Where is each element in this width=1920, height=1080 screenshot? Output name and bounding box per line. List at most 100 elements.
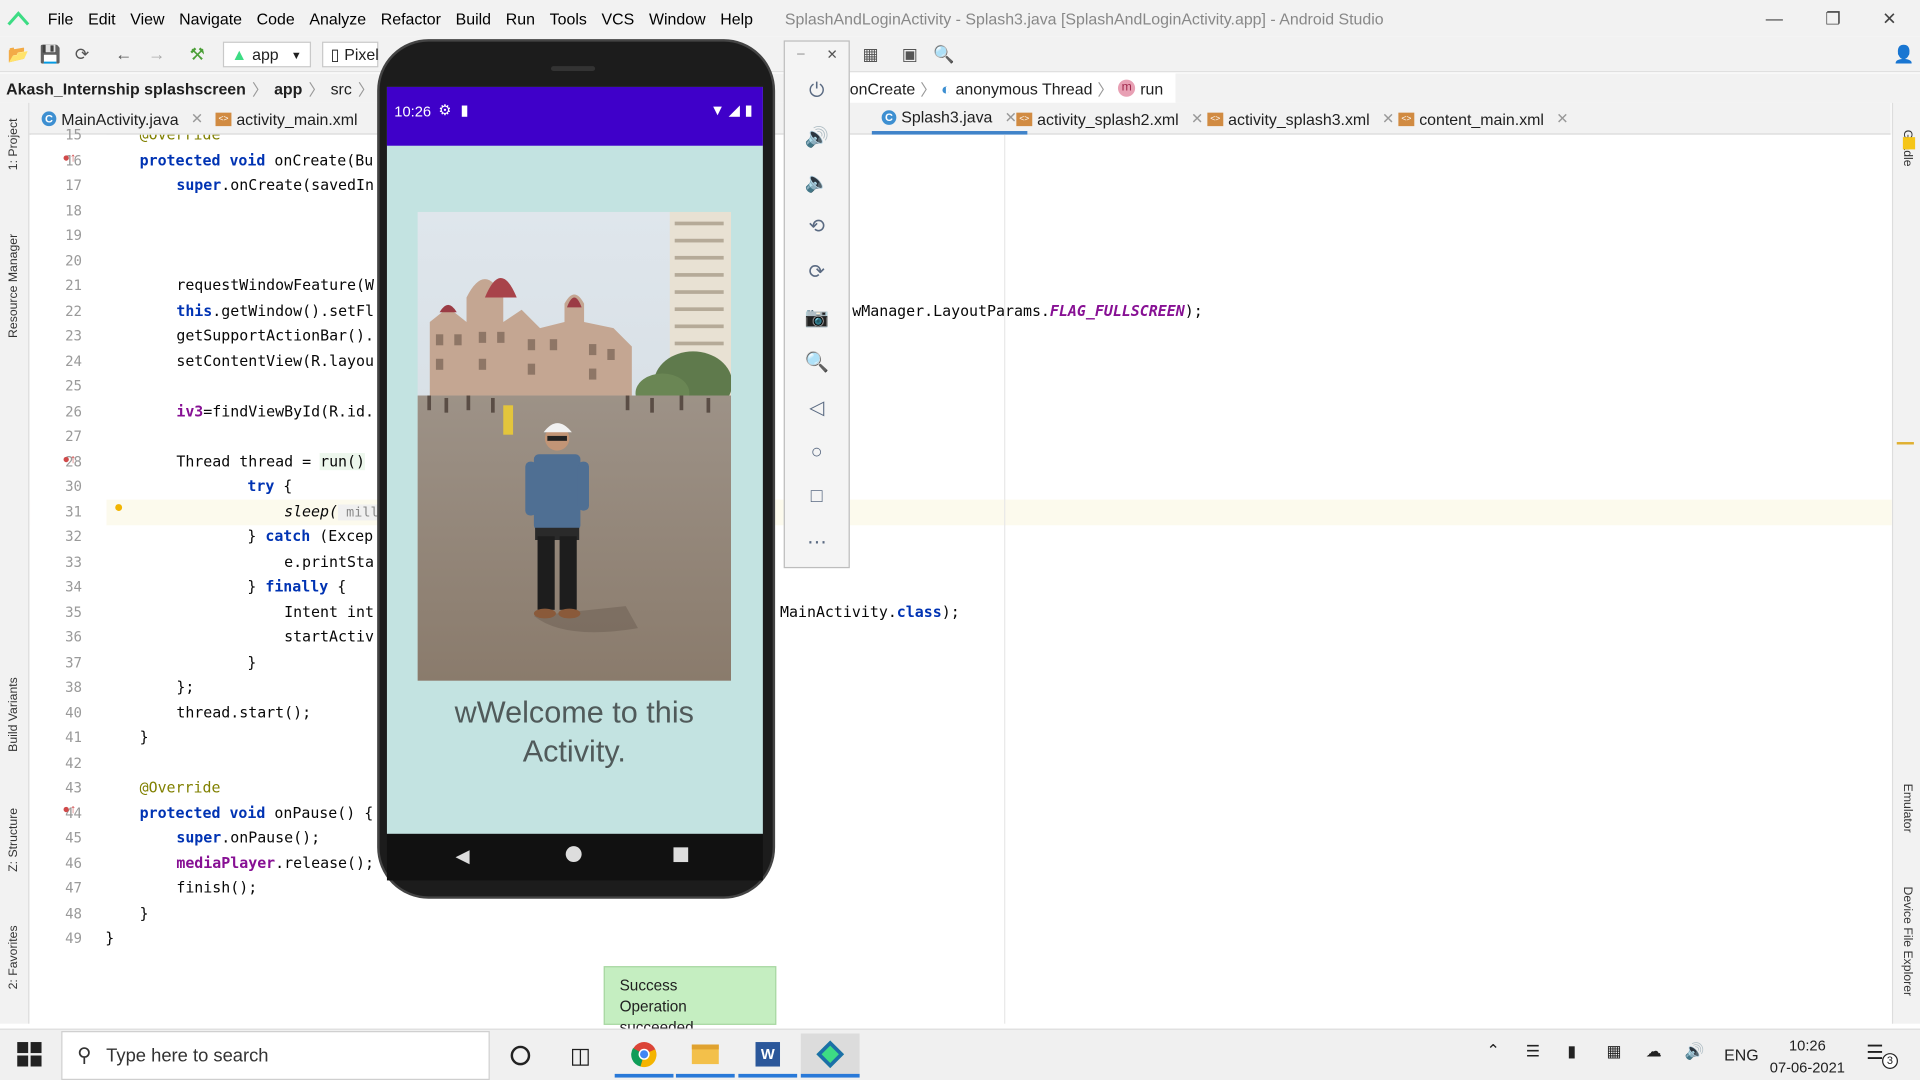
language-indicator[interactable]: ENG — [1724, 1046, 1758, 1064]
code-token: finally — [265, 577, 329, 596]
onedrive-icon[interactable]: ☁ — [1646, 1042, 1662, 1062]
menu-tools[interactable]: Tools — [542, 9, 594, 27]
breadcrumb-run[interactable]: run — [1140, 79, 1163, 97]
override-marker-icon[interactable]: ●↑ — [62, 453, 76, 466]
tab-activity-splash2-xml[interactable]: <> activity_splash2.xml ✕ — [1016, 103, 1203, 135]
zoom-button[interactable]: 🔍 — [803, 349, 830, 376]
task-view-button[interactable]: ◫ — [551, 1033, 610, 1077]
menu-file[interactable]: File — [40, 9, 80, 27]
success-notification[interactable]: Success Operation succeeded — [603, 966, 777, 1036]
taskbar-search-box[interactable]: ⚲ Type here to search — [61, 1031, 490, 1080]
tool-favorites[interactable]: 2: Favorites — [7, 925, 20, 989]
device-select[interactable]: ▯ Pixel — [322, 41, 379, 68]
show-hidden-icons-button[interactable]: ⌃ — [1487, 1041, 1500, 1061]
restore-button[interactable]: ❐ — [1805, 0, 1861, 37]
chrome-taskbar-button[interactable] — [614, 1033, 674, 1078]
tool-project[interactable]: 1: Project — [7, 118, 20, 170]
menu-view[interactable]: View — [123, 9, 172, 27]
word-taskbar-button[interactable]: W — [738, 1033, 798, 1078]
warning-marker[interactable] — [1902, 137, 1916, 150]
start-button[interactable] — [17, 1042, 42, 1067]
menu-window[interactable]: Window — [642, 9, 713, 27]
close-window-button[interactable]: ✕ — [1861, 0, 1917, 37]
minimize-button[interactable]: — — [1746, 0, 1802, 37]
screenshot-button[interactable]: 📷 — [803, 304, 830, 331]
volume-up-button[interactable]: 🔊 — [803, 124, 830, 151]
close-tab-icon[interactable]: ✕ — [1191, 110, 1203, 127]
meet-now-icon[interactable]: ▦ — [1607, 1042, 1622, 1062]
breadcrumb-project[interactable]: Akash_Internship splashscreen — [0, 79, 252, 97]
code-line-22-tail: wManager.LayoutParams.FLAG_FULLSCREEN); — [852, 298, 1202, 323]
overview-button[interactable]: □ — [803, 484, 830, 511]
line-number: 41 — [65, 728, 83, 746]
sync-button[interactable]: ⟳ — [71, 43, 93, 65]
tab-activity-main-xml[interactable]: <> activity_main.xml — [215, 103, 358, 135]
menu-analyze[interactable]: Analyze — [302, 9, 373, 27]
breadcrumb-anon-thread[interactable]: anonymous Thread — [956, 79, 1093, 97]
breadcrumb-method[interactable]: onCreate — [850, 79, 915, 97]
battery-icon[interactable]: ▮ — [1567, 1042, 1576, 1062]
menu-refactor[interactable]: Refactor — [373, 9, 448, 27]
nav-back-button[interactable]: ◀ — [456, 845, 470, 867]
close-tab-icon[interactable]: ✕ — [1382, 110, 1394, 127]
search-everywhere-button[interactable]: 🔍 — [933, 43, 955, 65]
lightbulb-icon[interactable]: ● — [114, 497, 124, 515]
menu-code[interactable]: Code — [249, 9, 302, 27]
tool-emulator[interactable]: Emulator — [1900, 784, 1913, 833]
rotate-left-button[interactable]: ⟲ — [803, 213, 830, 240]
close-tab-icon[interactable]: ✕ — [1005, 108, 1017, 125]
volume-icon[interactable]: 🔊 — [1685, 1042, 1705, 1062]
more-button[interactable]: ⋯ — [803, 529, 830, 556]
menu-edit[interactable]: Edit — [81, 9, 123, 27]
tool-device-file-explorer[interactable]: Device File Explorer — [1900, 887, 1913, 997]
run-config-select[interactable]: ▲ app ▼ — [222, 41, 312, 68]
home-button[interactable]: ○ — [803, 440, 830, 467]
save-all-button[interactable]: 💾 — [39, 43, 61, 65]
panel-close-button[interactable]: ✕ — [827, 47, 838, 63]
android-studio-taskbar-button[interactable] — [800, 1033, 860, 1078]
close-tab-icon[interactable]: ✕ — [1556, 110, 1568, 127]
taskbar-clock[interactable]: 10:26 07-06-2021 — [1763, 1035, 1851, 1079]
power-button[interactable]: ⏻ — [803, 78, 830, 105]
menu-run[interactable]: Run — [498, 9, 542, 27]
override-marker-icon[interactable]: ●↑ — [62, 152, 76, 165]
device-manager-button[interactable]: ▣ — [899, 43, 921, 65]
tab-splash3-java[interactable]: C Splash3.java ✕ — [871, 103, 1027, 135]
notification-center-button[interactable]: ☰ 3 — [1866, 1041, 1898, 1069]
code-line-15: @Override — [139, 134, 221, 144]
nav-home-button[interactable] — [565, 846, 582, 863]
tool-resource-manager[interactable]: Resource Manager — [7, 234, 20, 338]
tab-activity-splash3-xml[interactable]: <> activity_splash3.xml ✕ — [1207, 103, 1394, 135]
code-token: onCreate(Bu — [265, 151, 374, 169]
make-project-button[interactable]: ⚒ — [186, 43, 208, 65]
override-marker-icon[interactable]: ●↑ — [62, 803, 76, 816]
network-icon[interactable]: ☰ — [1526, 1042, 1540, 1062]
account-button[interactable]: 👤 — [1893, 43, 1915, 65]
code-line-17: super.onCreate(savedIn — [176, 173, 374, 198]
open-folder-button[interactable]: 📂 — [7, 43, 29, 65]
tab-content-main-xml[interactable]: <> content_main.xml ✕ — [1398, 103, 1569, 135]
forward-button[interactable]: → — [146, 43, 168, 65]
back-button[interactable]: ◁ — [803, 394, 830, 421]
breadcrumb-module[interactable]: app — [268, 79, 309, 97]
panel-minimize-button[interactable]: – — [797, 47, 805, 62]
rotate-right-button[interactable]: ⟳ — [803, 258, 830, 285]
menu-build[interactable]: Build — [448, 9, 498, 27]
cortana-button[interactable] — [491, 1033, 550, 1077]
breadcrumb-src[interactable]: src — [324, 79, 357, 97]
menu-help[interactable]: Help — [713, 9, 760, 27]
welcome-text: wWelcome to this Activity. — [454, 695, 694, 769]
tool-structure[interactable]: Z: Structure — [7, 808, 20, 872]
sdk-manager-button[interactable]: ▦ — [860, 43, 882, 65]
back-button[interactable]: ← — [113, 43, 135, 65]
nav-recents-button[interactable] — [673, 847, 689, 863]
tool-build-variants[interactable]: Build Variants — [7, 677, 20, 752]
gear-icon: ⚙ — [438, 101, 452, 119]
triangle-back-icon: ◁ — [809, 397, 825, 419]
file-explorer-taskbar-button[interactable] — [675, 1033, 735, 1078]
menu-vcs[interactable]: VCS — [594, 9, 641, 27]
breadcrumb-tail: onCreate 〉 ◐ anonymous Thread 〉 m run — [849, 73, 1176, 103]
close-tab-icon[interactable]: ✕ — [191, 110, 203, 127]
menu-navigate[interactable]: Navigate — [172, 9, 250, 27]
volume-down-button[interactable]: 🔈 — [803, 169, 830, 196]
